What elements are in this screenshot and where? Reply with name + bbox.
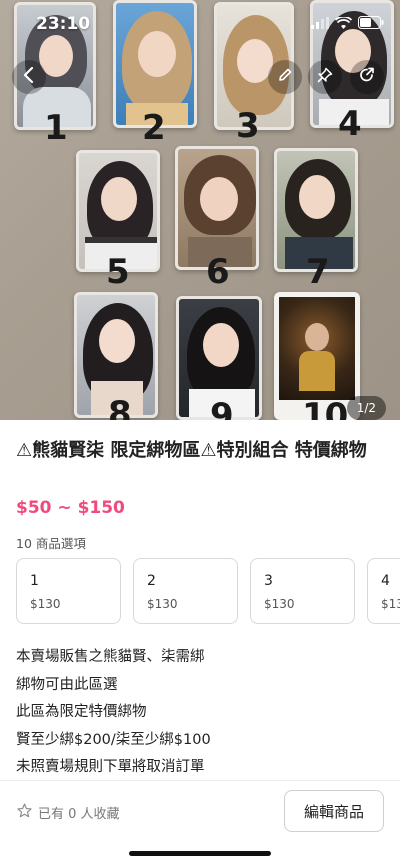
signal-icon bbox=[311, 14, 329, 33]
favorites[interactable]: 已有 0 人收藏 bbox=[17, 803, 120, 822]
option-card-1[interactable]: 1 $130 bbox=[16, 558, 121, 624]
option-card-2[interactable]: 2 $130 bbox=[133, 558, 238, 624]
status-time: 23:10 bbox=[36, 14, 91, 34]
option-price: $130 bbox=[147, 597, 178, 611]
star-icon bbox=[17, 803, 32, 822]
card-number-3: 3 bbox=[236, 106, 260, 146]
product-description: 本賣場販售之熊貓賢、柒需綁 綁物可由此區選 此區為限定特價綁物 賢至少綁$200… bbox=[16, 644, 211, 782]
description-line: 賢至少綁$200/柒至少綁$100 bbox=[16, 731, 211, 748]
image-page-indicator: 1/2 bbox=[346, 396, 386, 420]
card-number-10: 10 bbox=[302, 396, 348, 420]
option-card-3[interactable]: 3 $130 bbox=[250, 558, 355, 624]
card-number-1: 1 bbox=[44, 108, 68, 148]
option-price: $130 bbox=[381, 597, 400, 611]
option-price: $130 bbox=[30, 597, 61, 611]
pin-icon bbox=[317, 67, 333, 87]
description-line: 本賣場販售之熊貓賢、柒需綁 bbox=[16, 649, 205, 665]
option-name: 3 bbox=[264, 573, 273, 589]
card-number-8: 8 bbox=[108, 394, 132, 420]
back-button[interactable] bbox=[12, 60, 46, 94]
option-count-label: 10 商品選項 bbox=[16, 536, 86, 551]
option-price: $130 bbox=[264, 597, 295, 611]
description-line: 未照賣場規則下單將取消訂單 bbox=[16, 759, 205, 775]
card-number-6: 6 bbox=[206, 252, 230, 292]
product-title: ⚠熊貓賢柒 限定綁物區⚠特別組合 特價綁物 bbox=[16, 440, 367, 461]
edit-pencil-icon bbox=[277, 67, 293, 87]
edit-product-button[interactable]: 編輯商品 bbox=[284, 790, 384, 832]
option-name: 2 bbox=[147, 573, 156, 589]
product-photo[interactable]: 1 2 3 4 5 6 7 8 9 10 23:10 1/2 bbox=[0, 0, 400, 420]
option-card-4[interactable]: 4 $130 bbox=[367, 558, 400, 624]
product-price-range: $50 ~ $150 bbox=[16, 498, 125, 518]
card-number-4: 4 bbox=[338, 104, 362, 144]
back-icon bbox=[22, 66, 36, 87]
share-icon bbox=[359, 67, 375, 87]
option-scroller[interactable]: 1 $130 2 $130 3 $130 4 $130 bbox=[16, 558, 400, 624]
share-button[interactable] bbox=[350, 60, 384, 94]
description-line: 綁物可由此區選 bbox=[16, 676, 118, 693]
card-number-5: 5 bbox=[106, 252, 130, 292]
option-name: 4 bbox=[381, 573, 390, 589]
favorites-label: 已有 0 人收藏 bbox=[38, 807, 120, 822]
option-name: 1 bbox=[30, 573, 39, 589]
edit-photo-button[interactable] bbox=[268, 60, 302, 94]
description-line: 此區為限定特價綁物 bbox=[16, 704, 147, 720]
card-number-2: 2 bbox=[142, 108, 166, 148]
battery-icon bbox=[358, 14, 384, 33]
wifi-icon bbox=[334, 14, 353, 33]
card-number-9: 9 bbox=[210, 396, 234, 420]
card-number-7: 7 bbox=[306, 252, 330, 292]
home-indicator bbox=[129, 851, 271, 856]
status-icons bbox=[311, 14, 384, 33]
pin-button[interactable] bbox=[308, 60, 342, 94]
